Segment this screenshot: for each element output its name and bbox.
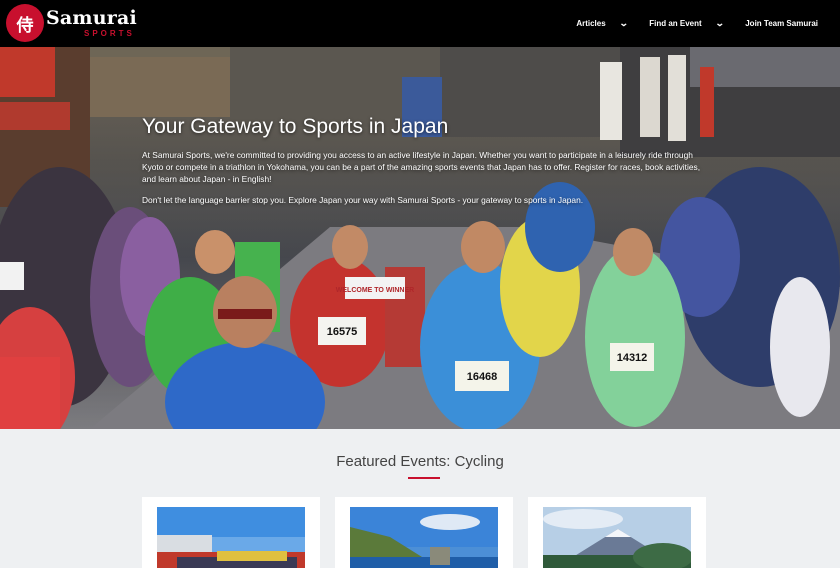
top-nav: 侍 Samurai SPORTS Articles ⌄ Find an Even… <box>0 0 840 47</box>
event-card-image[interactable] <box>157 507 305 568</box>
nav-articles[interactable]: Articles ⌄ <box>576 18 629 29</box>
section-title: Featured Events: Cycling <box>336 453 504 470</box>
marathon-runners-photo: WELCOME TO WINNER 16575 16468 14312 <box>0 47 840 429</box>
event-card[interactable] <box>142 497 320 568</box>
samurai-sports-logo[interactable]: 侍 Samurai SPORTS <box>6 4 137 42</box>
bib-number: 16575 <box>327 326 358 338</box>
hero-title: Your Gateway to Sports in Japan <box>142 115 449 138</box>
chevron-down-icon: ⌄ <box>618 18 629 28</box>
bib-number: 14312 <box>617 352 648 364</box>
title-underline <box>408 477 440 479</box>
hero-banner: WELCOME TO WINNER 16575 16468 14312 Your… <box>0 47 840 429</box>
samurai-helmet-icon: 侍 <box>6 4 44 42</box>
event-card[interactable] <box>528 497 706 568</box>
hero-paragraph: Don't let the language barrier stop you.… <box>142 195 584 205</box>
brand-name: Samurai <box>46 6 137 29</box>
nav-join-team-samurai[interactable]: Join Team Samurai <box>745 19 818 28</box>
chevron-down-icon: ⌄ <box>714 18 725 28</box>
event-card[interactable] <box>335 497 513 568</box>
brand-sub: SPORTS <box>84 28 135 38</box>
event-card-image[interactable] <box>543 507 691 568</box>
hero-paragraph: At Samurai Sports, we're committed to pr… <box>142 150 701 184</box>
hero-text-block: Your Gateway to Sports in Japan At Samur… <box>142 115 702 215</box>
main-menu: Articles ⌄ Find an Event ⌄ Join Team Sam… <box>576 0 818 47</box>
featured-events-section: Featured Events: Cycling <box>0 429 840 568</box>
banner-text: WELCOME TO WINNER <box>336 287 414 294</box>
nav-find-an-event[interactable]: Find an Event ⌄ <box>649 18 725 29</box>
bib-number: 16468 <box>467 371 498 383</box>
event-card-image[interactable] <box>350 507 498 568</box>
